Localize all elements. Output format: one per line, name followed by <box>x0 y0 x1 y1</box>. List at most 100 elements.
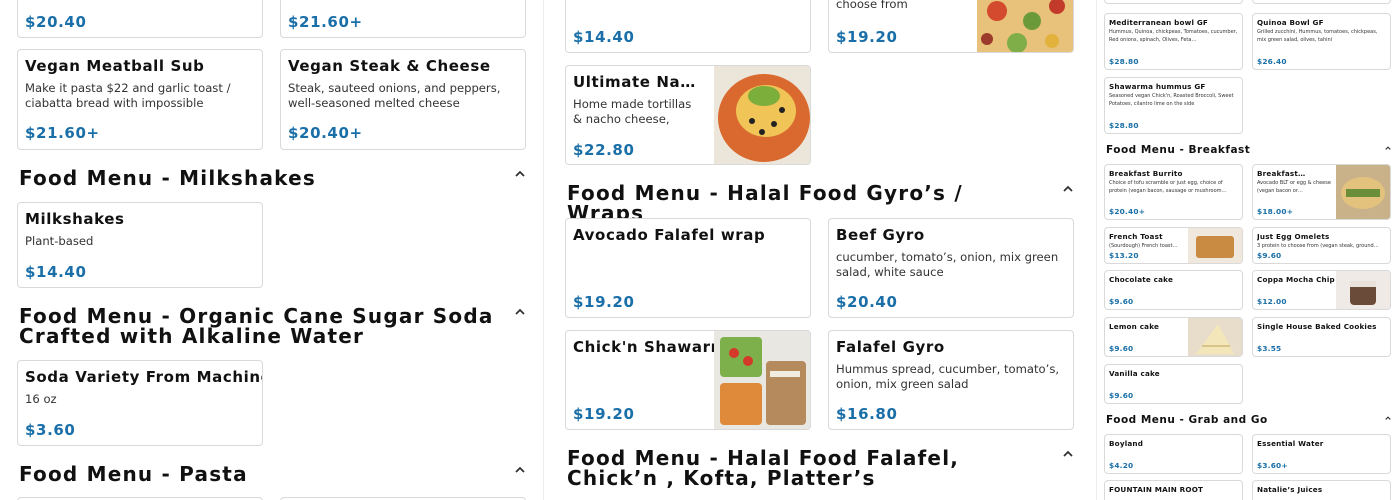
item-title: Boyland <box>1109 439 1144 448</box>
item-price: $19.20 <box>573 405 635 423</box>
food-photo <box>714 66 810 164</box>
item-price: $14.40 <box>573 28 635 46</box>
menu-item-card[interactable]: Milkshakes Plant-based $14.40 <box>17 202 263 288</box>
item-description: Steak, sauteed onions, and peppers, well… <box>288 81 501 110</box>
item-price: $21.60+ <box>288 13 363 31</box>
food-photo <box>977 0 1073 52</box>
item-price: $14.40 <box>25 263 87 281</box>
item-title: Vegan Steak & Cheese <box>288 57 491 75</box>
menu-item-card[interactable]: French Toast (Sourdough) French toast… $… <box>1104 227 1243 264</box>
item-title: Essential Water <box>1257 439 1324 448</box>
chevron-up-icon[interactable] <box>513 462 527 476</box>
menu-item-card[interactable]: Ultimate Nacho… Home made tortillas & na… <box>565 65 811 165</box>
item-price: $3.60+ <box>1257 461 1288 470</box>
item-title: Falafel Gyro <box>836 338 945 356</box>
menu-item-card[interactable]: Shawarma hummus GF Seasoned vegan Chick'… <box>1104 77 1243 134</box>
chevron-up-icon[interactable] <box>1061 181 1075 195</box>
item-title: French Toast <box>1109 232 1163 241</box>
item-price: $20.40 <box>25 13 87 31</box>
menu-item-card[interactable]: choose from (beyond,… $19.20 <box>828 0 1074 53</box>
item-title: Chocolate cake <box>1109 275 1174 284</box>
item-description: Hummus spread, cucumber, tomato’s, onion… <box>836 362 1060 391</box>
menu-item-card[interactable]: Chick'n Shawarma $19.20 <box>565 330 811 430</box>
item-price: $19.20 <box>836 28 898 46</box>
item-title: Coppa Mocha Chip <box>1257 275 1335 284</box>
item-description: choose from (beyond,… <box>836 0 908 11</box>
item-title: Milkshakes <box>25 210 125 228</box>
item-description: Make it pasta $22 and garlic toast / cia… <box>25 81 231 110</box>
item-title: Chick'n Shawarma <box>573 338 738 356</box>
menu-column-middle: $14.40 choose from (beyond,… $19.20 Ulti… <box>543 0 1091 500</box>
menu-item-card[interactable]: Single House Baked Cookies $3.55 <box>1252 317 1391 357</box>
item-price: $28.80 <box>1109 57 1139 66</box>
item-description: 16 oz <box>25 392 57 406</box>
menu-item-card[interactable]: Breakfast… Avocado BLT or egg & cheese (… <box>1252 164 1391 220</box>
food-photo <box>1336 271 1390 309</box>
item-price: $26.40 <box>1257 57 1287 66</box>
menu-item-card[interactable]: Vegan Steak & Cheese Steak, sauteed onio… <box>280 49 526 150</box>
menu-item-card[interactable]: $20.40 <box>17 0 263 38</box>
item-title: Vegan Meatball Sub <box>25 57 205 75</box>
item-description: Choice of tofu scramble or just egg, cho… <box>1109 180 1227 194</box>
chevron-up-icon[interactable] <box>513 304 527 318</box>
food-photo <box>714 331 810 429</box>
menu-item-card[interactable]: Falafel Gyro Hummus spread, cucumber, to… <box>828 330 1074 430</box>
item-description: Grilled zucchini, Hummus, tomatoes, chic… <box>1257 29 1378 43</box>
menu-column-left: $20.40 $21.60+ Vegan Meatball Sub Make i… <box>0 0 542 500</box>
item-title: Breakfast… <box>1257 169 1306 178</box>
item-description: Avocado BLT or egg & cheese (vegan bacon… <box>1257 180 1331 194</box>
item-description: 3 protein to choose from (vegan steak, g… <box>1257 243 1379 249</box>
menu-item-card[interactable]: Boyland $4.20 <box>1104 434 1243 474</box>
menu-item-card[interactable]: Avocado Falafel wrap $19.20 <box>565 218 811 318</box>
section-title: Food Menu - Grab and Go <box>1106 414 1268 426</box>
menu-item-card[interactable]: Chocolate cake $9.60 <box>1104 270 1243 310</box>
chevron-up-icon[interactable] <box>1381 411 1395 425</box>
menu-column-right: Mediterranean bowl GF Hummus, Quinoa, ch… <box>1096 0 1400 500</box>
item-price: $9.60 <box>1257 251 1282 260</box>
chevron-up-icon[interactable] <box>513 166 527 180</box>
menu-item-card[interactable]: $21.60+ <box>280 0 526 38</box>
menu-item-card[interactable]: Vegan Meatball Sub Make it pasta $22 and… <box>17 49 263 150</box>
item-price: $19.20 <box>573 293 635 311</box>
item-price: $28.80 <box>1109 121 1139 130</box>
menu-item-card[interactable] <box>1252 0 1391 4</box>
menu-item-card[interactable]: Vanilla cake $9.60 <box>1104 364 1243 404</box>
item-price: $20.40 <box>836 293 898 311</box>
menu-item-card[interactable] <box>1104 0 1243 4</box>
menu-item-card[interactable]: Soda Variety From Machine 16 oz $3.60 <box>17 360 263 446</box>
menu-item-card[interactable]: Natalie’s Juices <box>1252 480 1391 500</box>
menu-item-card[interactable]: Quinoa Bowl GF Grilled zucchini, Hummus,… <box>1252 13 1391 70</box>
item-description: (Sourdough) French toast… <box>1109 243 1178 249</box>
menu-item-card[interactable]: Beef Gyro cucumber, tomato’s, onion, mix… <box>828 218 1074 318</box>
item-description: Seasoned vegan Chick'n, Roasted Broccoli… <box>1109 93 1234 107</box>
item-price: $20.40+ <box>1109 207 1146 216</box>
item-title: Quinoa Bowl GF <box>1257 18 1324 27</box>
section-title: Food Menu - Organic Cane Sugar Soda Craf… <box>19 304 494 348</box>
item-description: Hummus, Quinoa, chickpeas, Tomatoes, cuc… <box>1109 29 1238 43</box>
menu-item-card[interactable]: Mediterranean bowl GF Hummus, Quinoa, ch… <box>1104 13 1243 70</box>
chevron-up-icon[interactable] <box>1061 446 1075 460</box>
item-title: Mediterranean bowl GF <box>1109 18 1209 27</box>
menu-item-card[interactable]: $14.40 <box>565 0 811 53</box>
item-price: $18.00+ <box>1257 207 1294 216</box>
menu-item-card[interactable]: FOUNTAIN MAIN ROOT <box>1104 480 1243 500</box>
menu-item-card[interactable]: Lemon cake $9.60 <box>1104 317 1243 357</box>
item-price: $12.00 <box>1257 297 1287 306</box>
menu-item-card[interactable]: Just Egg Omelets 3 protein to choose fro… <box>1252 227 1391 264</box>
item-description: cucumber, tomato’s, onion, mix green sal… <box>836 250 1059 279</box>
item-description: Plant-based <box>25 234 94 248</box>
section-title: Food Menu - Milkshakes <box>19 166 316 190</box>
item-title: Breakfast Burrito <box>1109 169 1183 178</box>
item-title: Just Egg Omelets <box>1257 232 1330 241</box>
item-price: $13.20 <box>1109 251 1139 260</box>
item-title: Lemon cake <box>1109 322 1160 331</box>
food-photo <box>1336 165 1390 219</box>
item-title: FOUNTAIN MAIN ROOT <box>1109 485 1204 494</box>
item-title: Beef Gyro <box>836 226 925 244</box>
menu-item-card[interactable]: Essential Water $3.60+ <box>1252 434 1391 474</box>
food-photo <box>1188 318 1242 356</box>
menu-item-card[interactable]: Coppa Mocha Chip $12.00 <box>1252 270 1391 310</box>
item-price: $21.60+ <box>25 124 100 142</box>
chevron-up-icon[interactable] <box>1381 141 1395 155</box>
menu-item-card[interactable]: Breakfast Burrito Choice of tofu scrambl… <box>1104 164 1243 220</box>
